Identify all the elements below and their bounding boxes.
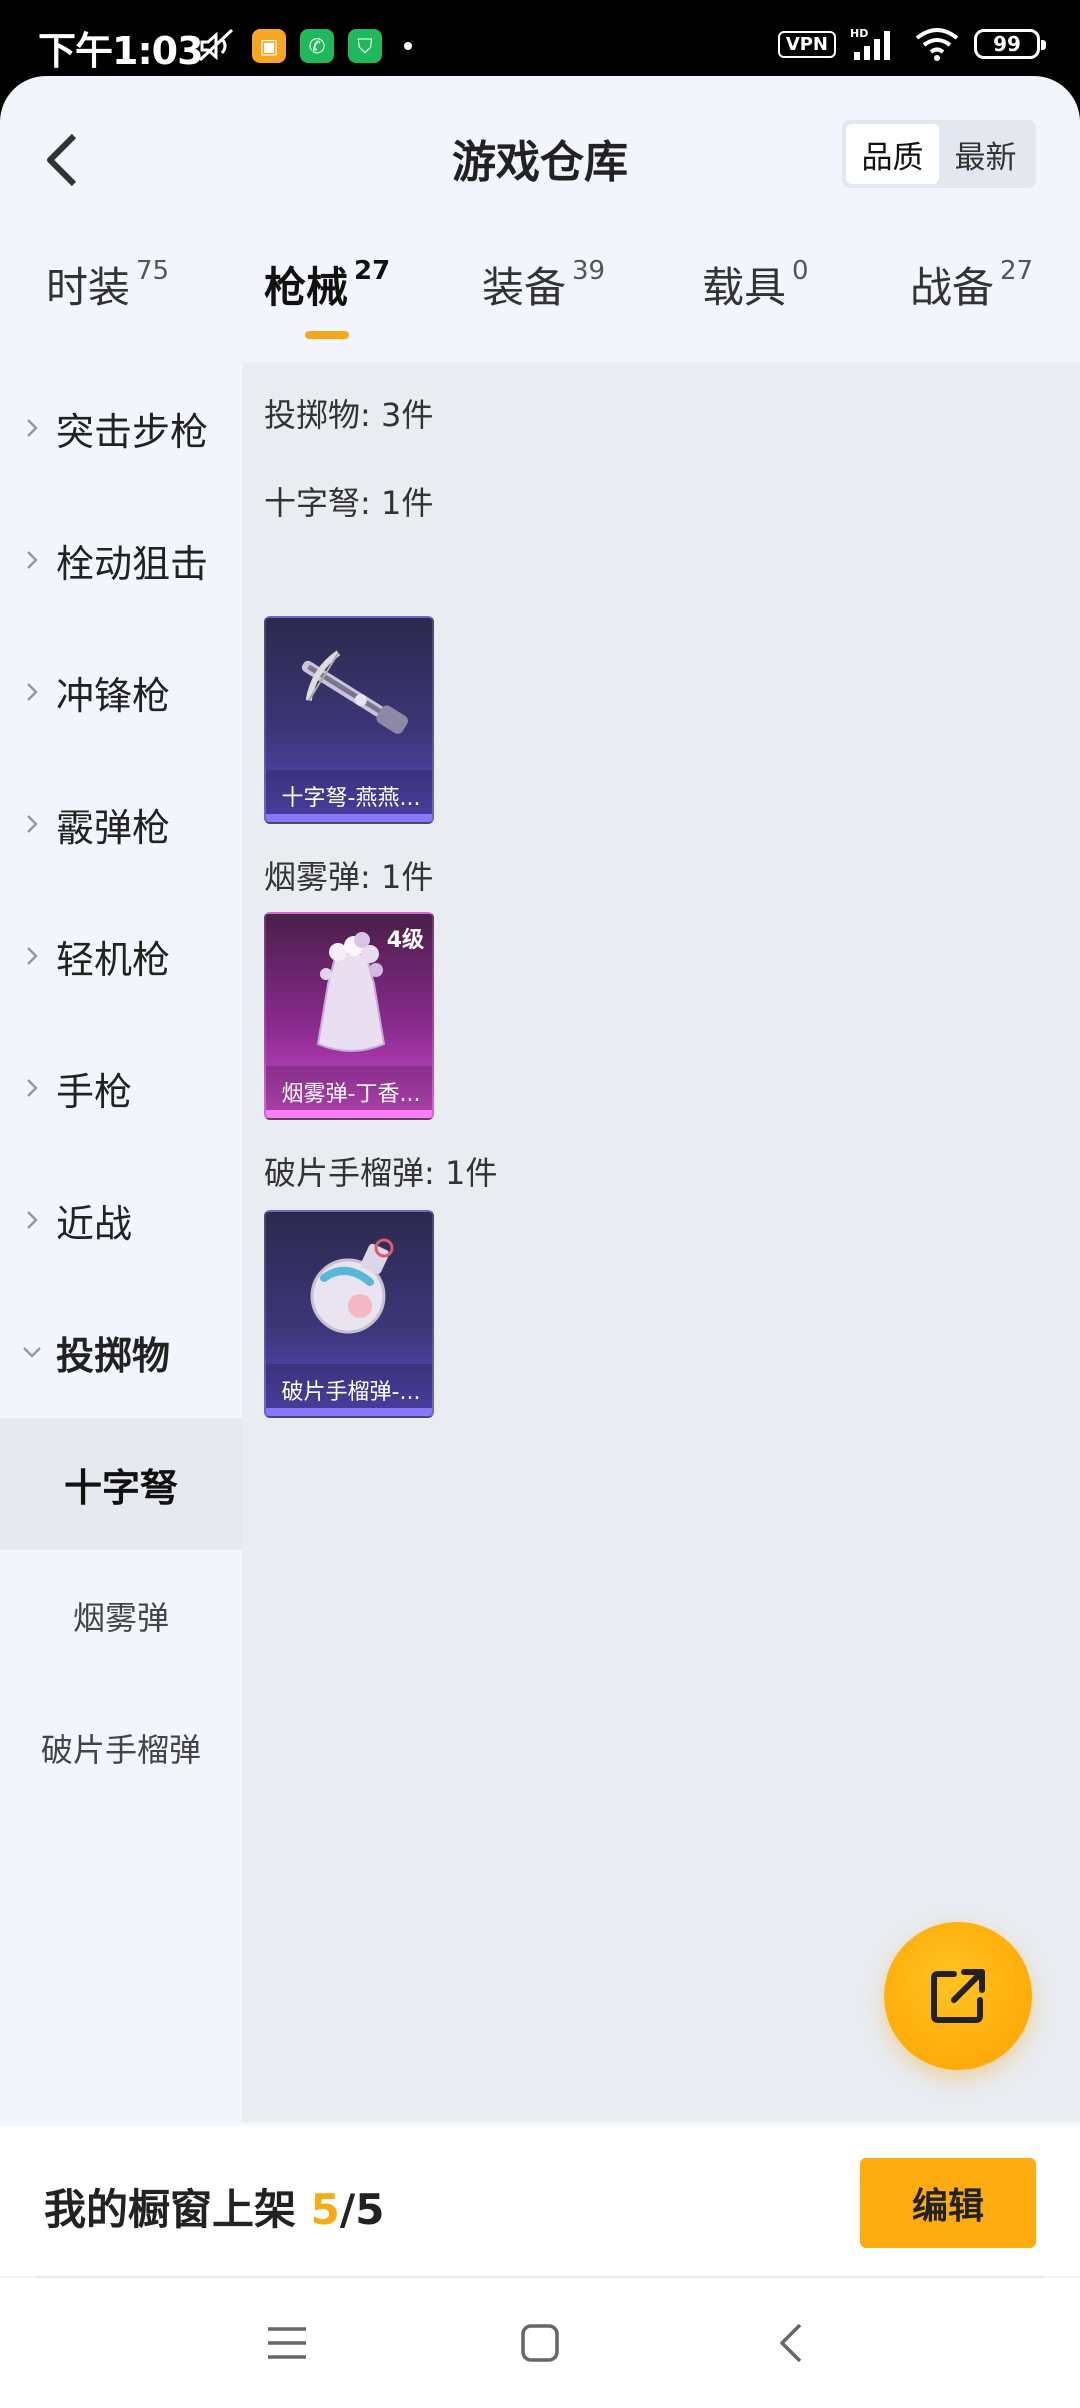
tab-outfits[interactable]: 时装 75 (46, 254, 169, 315)
sidebar-item-label: 轻机枪 (56, 937, 171, 982)
tab-count: 0 (792, 256, 809, 286)
item-card-crossbow[interactable]: 十字弩-燕燕... (264, 616, 434, 824)
section-label-frag-grenade: 破片手榴弹: 1件 (264, 1154, 498, 1192)
sidebar-item-label: 手枪 (56, 1069, 133, 1114)
tab-vehicles[interactable]: 载具 0 (702, 254, 809, 315)
showcase-total: 5 (355, 2185, 385, 2234)
share-button[interactable] (884, 1922, 1032, 2070)
share-external-icon (931, 1969, 985, 2023)
section-label-crossbow: 十字弩: 1件 (264, 484, 434, 522)
active-tab-indicator (305, 331, 349, 339)
status-notification-icons: ▣ ✆ ⛉ (196, 26, 412, 66)
showcase-label: 我的橱窗上架 (44, 2185, 297, 2234)
phone-icon: ✆ (300, 29, 334, 63)
battery-icon: 99 (974, 29, 1046, 59)
sidebar-item-label: 投掷物 (56, 1333, 171, 1378)
chevron-right-icon (27, 947, 38, 965)
tab-label: 装备 (482, 263, 567, 312)
sidebar-item-bolt-sniper[interactable]: 栓动狙击 (0, 494, 242, 626)
tab-count: 27 (354, 256, 391, 286)
sort-newest-button[interactable]: 最新 (939, 124, 1032, 184)
rarity-bar (266, 1408, 432, 1416)
sidebar-item-assault-rifle[interactable]: 突击步枪 (0, 362, 242, 494)
crossbow-icon (301, 650, 408, 734)
frag-grenade-icon (310, 1238, 394, 1334)
sidebar-subitem-smoke-grenade[interactable]: 烟雾弹 (0, 1550, 242, 1682)
item-level-badge: 4级 (386, 928, 424, 953)
section-label-smoke-grenade: 烟雾弹: 1件 (264, 858, 434, 896)
header: 游戏仓库 品质 最新 (0, 76, 1080, 232)
sidebar-item-label: 近战 (56, 1201, 133, 1246)
sidebar-subitem-crossbow[interactable]: 十字弩 (0, 1418, 242, 1550)
chevron-down-icon (23, 1347, 41, 1358)
sidebar-item-lmg[interactable]: 轻机枪 (0, 890, 242, 1022)
tab-count: 27 (1000, 256, 1034, 286)
tab-count: 39 (572, 256, 606, 286)
item-list: 投掷物: 3件 十字弩: 1件 十字弩-燕燕... 烟雾弹: 1件 4级 烟雾弹… (242, 362, 1080, 2122)
sidebar-item-label: 霰弹枪 (56, 805, 171, 850)
sidebar-item-smg[interactable]: 冲锋枪 (0, 626, 242, 758)
security-icon: ⛉ (348, 29, 382, 63)
mute-icon (198, 28, 234, 62)
sidebar-item-pistol[interactable]: 手枪 (0, 1022, 242, 1154)
edit-button[interactable]: 编辑 (860, 2158, 1036, 2248)
chevron-right-icon (27, 1211, 38, 1229)
status-time: 下午1:03 (38, 29, 204, 73)
home-button[interactable] (505, 2308, 575, 2378)
sidebar-item-label: 冲锋枪 (56, 673, 171, 718)
menu-button[interactable] (252, 2308, 322, 2378)
rarity-bar (266, 1110, 432, 1118)
tab-count: 75 (136, 256, 170, 286)
battery-level: 99 (993, 32, 1021, 56)
chevron-right-icon (27, 683, 38, 701)
chevron-right-icon (27, 815, 38, 833)
weapon-type-sidebar: 突击步枪 栓动狙击 冲锋枪 霰弹枪 轻机枪 手枪 近战 投掷物 十字弩 烟雾弹 … (0, 362, 242, 2198)
system-back-button[interactable] (756, 2308, 826, 2378)
sidebar-item-label: 栓动狙击 (56, 541, 209, 586)
app-notification-icon: ▣ (252, 29, 286, 63)
chevron-right-icon (27, 419, 38, 437)
home-square-icon (521, 2324, 559, 2362)
sort-toggle: 品质 最新 (842, 120, 1036, 188)
system-navigation-bar (0, 2278, 1080, 2408)
tab-label: 战备 (910, 263, 995, 312)
showcase-bar: 我的橱窗上架 5/5 编辑 (0, 2126, 1080, 2276)
showcase-separator: / (339, 2185, 356, 2234)
category-summary: 投掷物: 3件 (264, 396, 434, 434)
sidebar-subitem-frag-grenade[interactable]: 破片手榴弹 (0, 1682, 242, 1814)
sidebar-item-throwables[interactable]: 投掷物 (0, 1286, 242, 1418)
vpn-icon: VPN (777, 30, 836, 58)
rarity-bar (266, 814, 432, 822)
signal-icon: HD (850, 27, 890, 60)
tab-label: 时装 (46, 263, 131, 312)
back-chevron-icon (780, 2323, 802, 2363)
menu-icon (268, 2327, 306, 2359)
sidebar-item-melee[interactable]: 近战 (0, 1154, 242, 1286)
item-card-frag-grenade[interactable]: 破片手榴弹-... (264, 1210, 434, 1418)
chevron-right-icon (27, 551, 38, 569)
tab-combat-supplies[interactable]: 战备 27 (910, 254, 1033, 315)
status-bar: 下午1:03 ▣ ✆ ⛉ VPN HD 99 (0, 0, 1080, 78)
tab-label: 枪械 (264, 263, 349, 312)
tab-firearms[interactable]: 枪械 27 (264, 254, 390, 315)
chevron-right-icon (27, 1079, 38, 1097)
game-warehouse-screen: 游戏仓库 品质 最新 时装 75 枪械 27 装备 39 载具 0 战备 27 (0, 76, 1080, 2408)
tab-label: 载具 (702, 263, 787, 312)
showcase-status: 我的橱窗上架 5/5 (44, 2176, 384, 2237)
hd-label: HD (850, 27, 868, 40)
status-system-icons: VPN HD 99 (777, 26, 1046, 62)
wifi-icon (915, 28, 959, 61)
sidebar-item-shotgun[interactable]: 霰弹枪 (0, 758, 242, 890)
item-card-smoke-grenade[interactable]: 4级 烟雾弹-丁香... (264, 912, 434, 1120)
showcase-current: 5 (310, 2185, 340, 2234)
tab-equipment[interactable]: 装备 39 (482, 254, 605, 315)
more-notifications-icon (404, 42, 412, 50)
sort-quality-button[interactable]: 品质 (846, 124, 939, 184)
sidebar-item-label: 突击步枪 (56, 409, 209, 454)
category-tabs: 时装 75 枪械 27 装备 39 载具 0 战备 27 (0, 254, 1080, 344)
